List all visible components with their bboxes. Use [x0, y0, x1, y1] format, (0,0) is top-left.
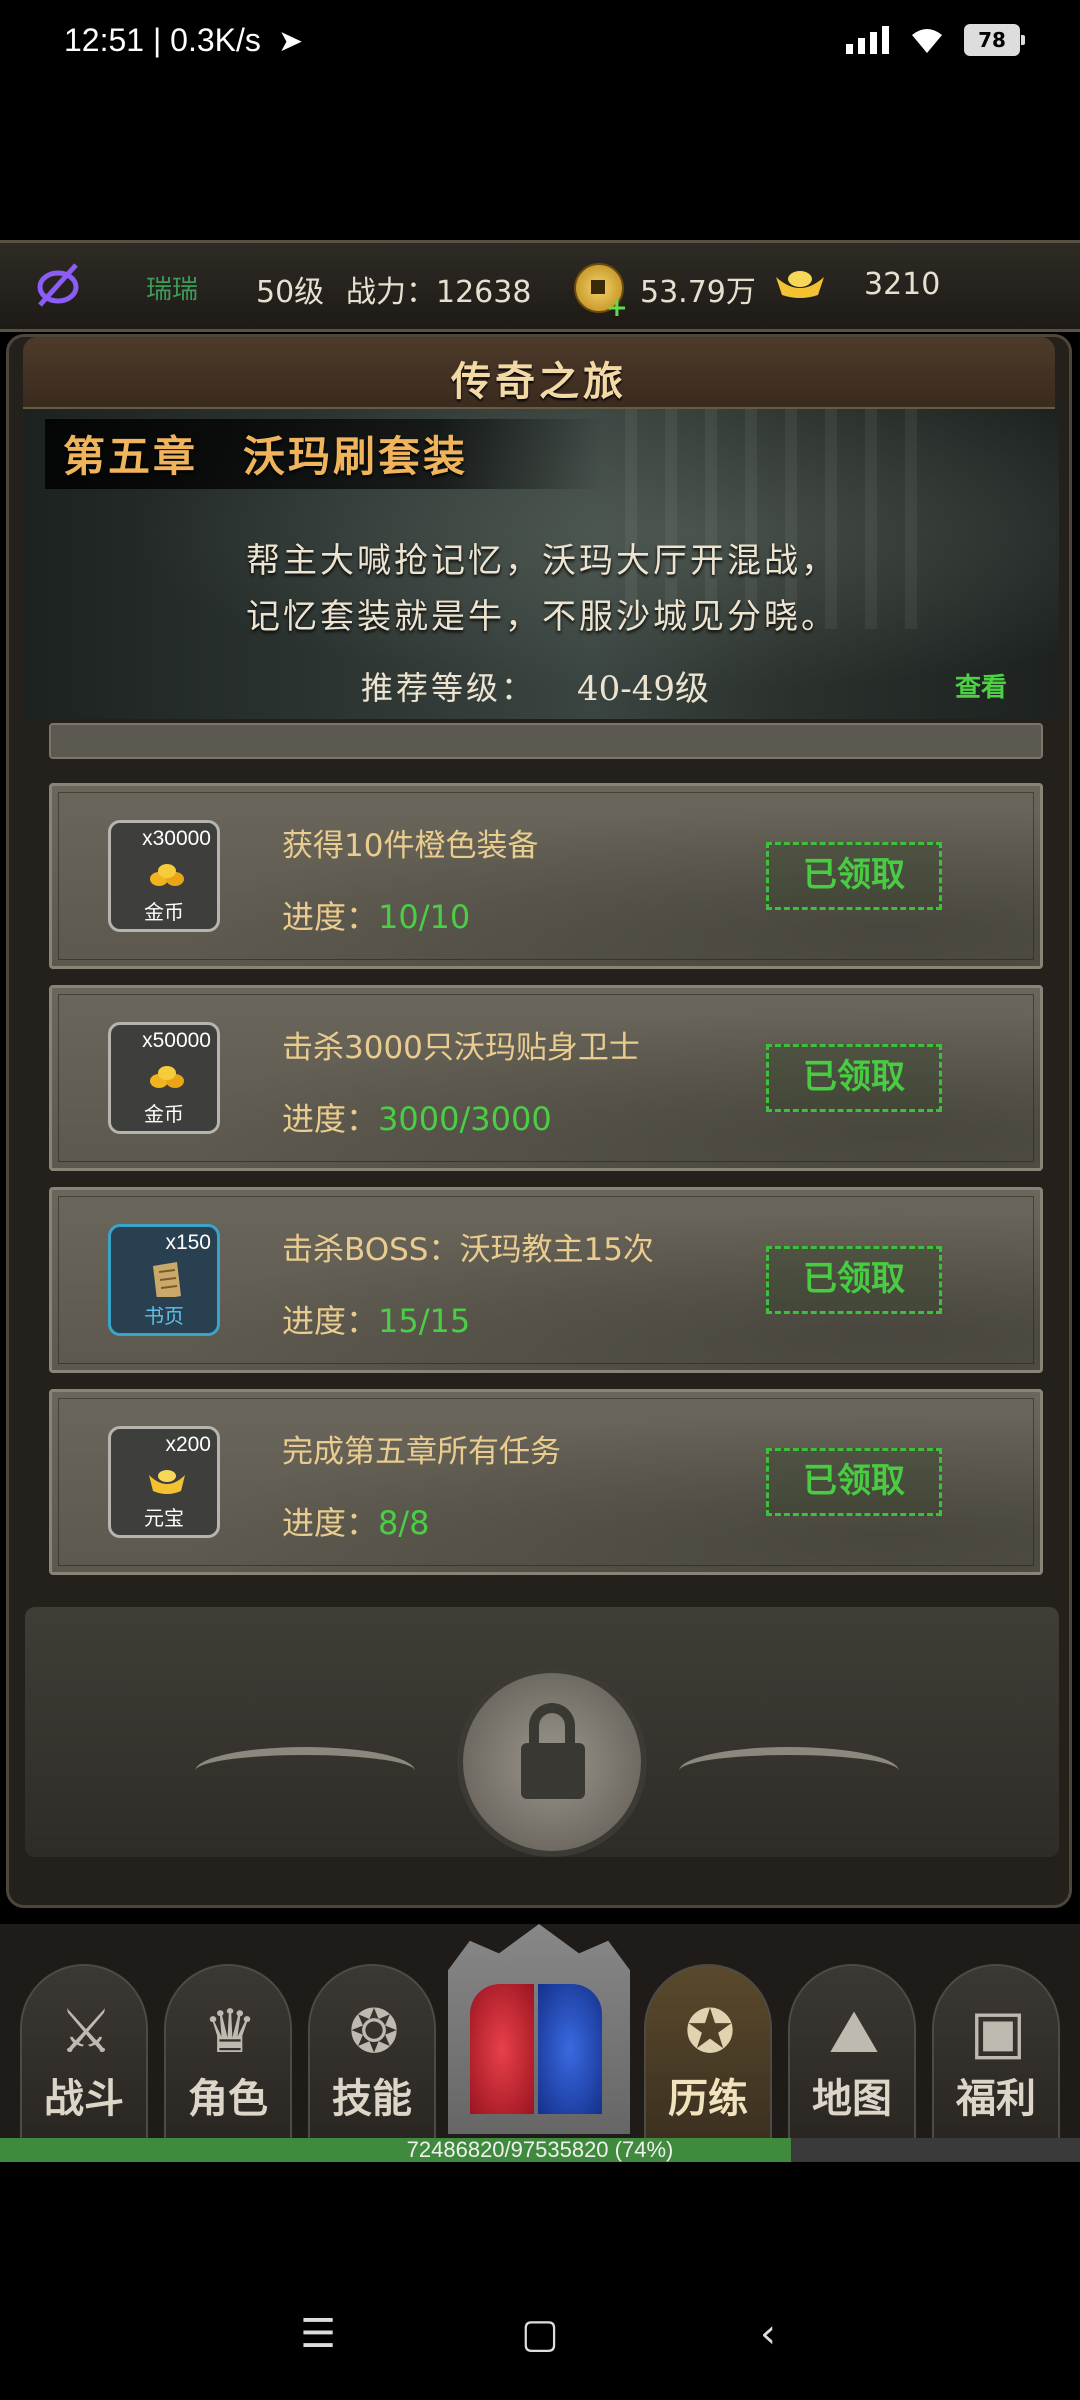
locked-chapter[interactable] [25, 1607, 1059, 1857]
chapter-banner: 第五章 沃玛刷套装 帮主大喊抢记忆，沃玛大厅开混战， 记忆套装就是牛，不服沙城见… [25, 409, 1059, 719]
progress-value: 15/15 [378, 1302, 471, 1340]
task-title: 获得10件橙色装备 [282, 828, 539, 864]
chapter-desc-line1: 帮主大喊抢记忆，沃玛大厅开混战， [246, 541, 838, 581]
progress-value: 8/8 [378, 1504, 430, 1542]
progress-label: 进度： [282, 1504, 379, 1542]
reward-name: 书页 [144, 1304, 184, 1328]
nav-label: 地图 [812, 2076, 892, 2122]
chapter-title: 第五章 沃玛刷套装 [63, 432, 469, 481]
home-icon[interactable]: ▢ [516, 2310, 564, 2358]
reward-item-ingot[interactable]: x200 元宝 [108, 1426, 220, 1538]
combat-power: 战力：12638 [346, 275, 532, 310]
claimed-button[interactable]: 已领取 [766, 1044, 942, 1112]
wifi-icon [912, 29, 942, 53]
task-progress: 进度：8/8 [282, 1498, 430, 1544]
list-divider [49, 723, 1043, 759]
reward-quantity: x50000 [142, 1029, 211, 1052]
progress-value: 10/10 [378, 898, 471, 936]
reward-item-book-page[interactable]: x150 书页 [108, 1224, 220, 1336]
reward-name: 金币 [144, 1102, 184, 1126]
gold-pile-icon [150, 1066, 184, 1088]
nav-item-map[interactable]: ⛰ 地图 [788, 1964, 916, 2138]
signal-icon [846, 26, 889, 54]
exp-text: 72486820/97535820 (74%) [406, 2137, 674, 2162]
reward-name: 金币 [144, 900, 184, 924]
progress-label: 进度： [282, 1100, 379, 1138]
guild-emblem-icon[interactable] [34, 261, 82, 309]
ingot-icon [776, 271, 824, 298]
view-button[interactable]: 查看 [955, 667, 1007, 704]
battery-icon: 78 [964, 24, 1025, 56]
swords-icon: ⚔ [59, 1997, 113, 2067]
task-title: 击杀BOSS：沃玛教主15次 [282, 1232, 654, 1268]
lock-icon [457, 1667, 647, 1857]
progress-label: 进度： [282, 898, 379, 936]
right-ornament [679, 1747, 899, 1795]
player-level: 50级 [256, 275, 325, 310]
nav-label: 历练 [668, 2076, 748, 2122]
gold-pile-icon [150, 864, 184, 886]
player-name: 瑞瑞 [146, 275, 199, 305]
book-page-icon [153, 1262, 181, 1297]
nav-item-battle[interactable]: ⚔ 战斗 [20, 1964, 148, 2138]
reward-quantity: x30000 [142, 827, 211, 850]
recommended-level-label: 推荐等级： [361, 669, 537, 707]
map-icon: ⛰ [828, 1997, 880, 2067]
task-progress: 进度：3000/3000 [282, 1094, 552, 1140]
nav-label: 战斗 [44, 2076, 124, 2122]
nav-label: 角色 [188, 2076, 268, 2122]
chapter-desc-line2: 记忆套装就是牛，不服沙城见分晓。 [246, 597, 838, 637]
reward-item-gold[interactable]: x30000 金币 [108, 820, 220, 932]
resource-bar: 瑞瑞 50级 战力：12638 + 53.79万 3210 [0, 240, 1080, 332]
status-time: 12:51 | 0.3K/s [64, 22, 261, 58]
coin-amount: 53.79万 [640, 275, 756, 310]
nav-label: 福利 [956, 2076, 1036, 2122]
task-card: x50000 金币 击杀3000只沃玛贴身卫士 进度：3000/3000 已领取 [49, 985, 1043, 1171]
ingot-amount: 3210 [864, 267, 941, 302]
nav-item-character[interactable]: ♛ 角色 [164, 1964, 292, 2138]
status-bar: 12:51 | 0.3K/s ➤ 78 [0, 0, 1080, 86]
reward-name: 元宝 [144, 1506, 184, 1530]
reward-quantity: x200 [165, 1433, 211, 1456]
triskelion-icon: ✪ [684, 1997, 736, 2067]
ingot-icon [149, 1470, 185, 1494]
left-ornament [195, 1747, 415, 1795]
task-progress: 进度：10/10 [282, 892, 470, 938]
nav-item-welfare[interactable]: ▣ 福利 [932, 1964, 1060, 2138]
task-title: 击杀3000只沃玛贴身卫士 [282, 1030, 640, 1066]
task-title: 完成第五章所有任务 [282, 1434, 561, 1470]
task-card: x150 书页 击杀BOSS：沃玛教主15次 进度：15/15 已领取 [49, 1187, 1043, 1373]
back-icon[interactable]: ‹ [744, 2310, 792, 2358]
bottom-nav: ⚔ 战斗 ♛ 角色 ❂ 技能 ✪ 历练 ⛰ 地图 ▣ 福利 [0, 1924, 1080, 2138]
location-arrow-icon: ➤ [278, 24, 304, 59]
nav-item-training[interactable]: ✪ 历练 [644, 1964, 772, 2138]
progress-value: 3000/3000 [378, 1100, 552, 1138]
coin-add-icon[interactable]: + [574, 263, 628, 323]
task-progress: 进度：15/15 [282, 1296, 470, 1342]
legend-journey-panel: 传奇之旅 第五章 沃玛刷套装 帮主大喊抢记忆，沃玛大厅开混战， 记忆套装就是牛，… [6, 334, 1072, 1908]
nav-label: 技能 [332, 2076, 412, 2122]
claimed-button[interactable]: 已领取 [766, 842, 942, 910]
progress-label: 进度： [282, 1302, 379, 1340]
panel-header: 传奇之旅 [23, 337, 1055, 409]
helmet-icon: ♛ [203, 1997, 257, 2067]
claimed-button[interactable]: 已领取 [766, 1448, 942, 1516]
task-card: x200 元宝 完成第五章所有任务 进度：8/8 已领取 [49, 1389, 1043, 1575]
exp-bar: 72486820/97535820 (74%) [0, 2137, 1080, 2162]
panel-title: 传奇之旅 [451, 358, 627, 405]
recommended-level-value: 40-49级 [577, 669, 710, 709]
nav-item-skills[interactable]: ❂ 技能 [308, 1964, 436, 2138]
center-gate-button[interactable] [440, 1924, 638, 2138]
reward-item-gold[interactable]: x50000 金币 [108, 1022, 220, 1134]
menu-icon[interactable]: ☰ [294, 2310, 342, 2358]
system-nav: ☰ ▢ ‹ [0, 2290, 1080, 2380]
claimed-button[interactable]: 已领取 [766, 1246, 942, 1314]
reward-quantity: x150 [165, 1231, 211, 1254]
chest-icon: ▣ [969, 1997, 1027, 2067]
skill-icon: ❂ [348, 1997, 400, 2067]
task-card: x30000 金币 获得10件橙色装备 进度：10/10 已领取 [49, 783, 1043, 969]
